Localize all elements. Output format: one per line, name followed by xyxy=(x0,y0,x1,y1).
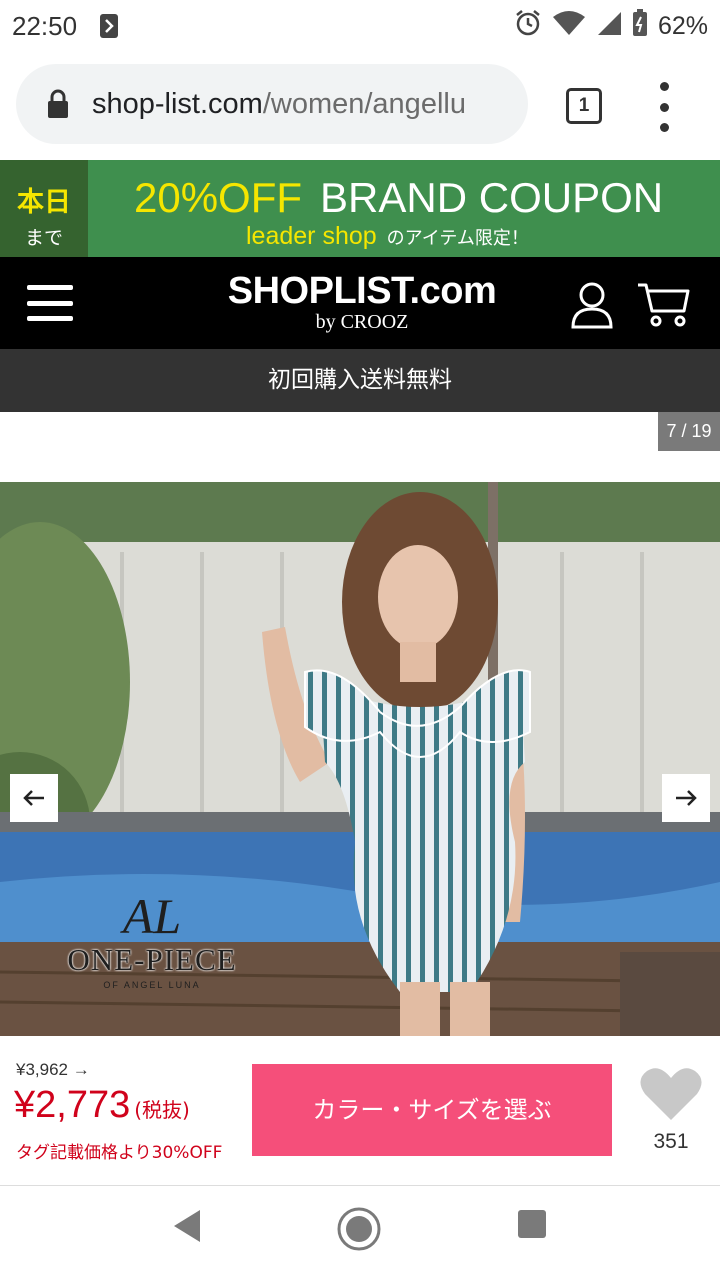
browser-toolbar: shop-list.com/women/angellu 1 xyxy=(0,52,720,160)
brand-subtitle: OF ANGEL LUNA xyxy=(103,980,201,990)
image-counter: 7 / 19 xyxy=(658,412,720,451)
today-badge: 本日 まで xyxy=(0,160,88,257)
select-color-size-button[interactable]: カラー・サイズを選ぶ xyxy=(252,1064,612,1156)
heart-icon xyxy=(640,1068,702,1120)
brand-overlay: AL ONE-PIECE OF ANGEL LUNA xyxy=(52,890,252,990)
free-shipping-bar: 初回購入送料無料 xyxy=(0,349,720,412)
logo-by: by CROOZ xyxy=(315,311,409,333)
url-text: shop-list.com/women/angellu xyxy=(92,88,466,121)
sale-price-block: ¥2,773 (税抜) xyxy=(14,1084,190,1127)
site-logo[interactable]: SHOPLIST.com by CROOZ xyxy=(226,271,498,333)
lock-icon xyxy=(48,89,68,118)
until-label: まで xyxy=(24,227,63,249)
tax-note: (税抜) xyxy=(134,1098,190,1122)
original-price: ¥3,962 → xyxy=(16,1060,90,1079)
sale-price: ¥2,773 xyxy=(14,1084,131,1126)
brand-name: ONE-PIECE xyxy=(67,942,237,977)
url-domain: shop-list.com xyxy=(92,87,263,120)
logo-main: SHOPLIST.com xyxy=(227,270,497,312)
address-bar[interactable]: shop-list.com/women/angellu xyxy=(16,64,528,144)
coupon-banner[interactable]: 本日 まで 20%OFF BRAND COUPON leader shop のアイテ… xyxy=(0,160,720,257)
arrow-left-icon xyxy=(23,790,44,806)
discount-note: タグ記載価格より30%OFF xyxy=(16,1143,223,1163)
arrow-right-icon xyxy=(676,790,697,806)
url-path: /women/angellu xyxy=(262,87,466,120)
status-time: 22:50 xyxy=(12,10,78,41)
favorite-count: 351 xyxy=(653,1130,689,1153)
favorite-button[interactable]: 351 xyxy=(636,1066,706,1154)
system-nav-bar xyxy=(0,1186,720,1280)
menu-icon[interactable] xyxy=(27,285,73,321)
notification-icon xyxy=(99,13,119,39)
status-bar: 22:50 62% xyxy=(0,0,720,52)
cart-icon[interactable] xyxy=(636,281,690,329)
recents-icon[interactable] xyxy=(516,1208,548,1240)
coupon-note: のアイテム限定！ xyxy=(386,228,529,249)
home-icon[interactable] xyxy=(336,1206,382,1252)
battery-icon xyxy=(632,9,648,43)
coupon-subtitle: leader shop のアイテム限定！ xyxy=(246,222,529,251)
alarm-icon xyxy=(514,9,542,43)
back-icon[interactable] xyxy=(170,1208,204,1244)
today-label: 本日 xyxy=(17,187,71,218)
tab-count: 1 xyxy=(578,95,590,116)
coupon-shop-name: leader shop xyxy=(246,222,377,250)
signal-icon xyxy=(596,10,622,42)
brand-monogram: AL xyxy=(122,888,182,944)
coupon-title: BRAND COUPON xyxy=(320,174,664,221)
purchase-bar: ¥3,962 → ¥2,773 (税抜) タグ記載価格より30%OFF カラー・サ… xyxy=(0,1036,720,1186)
prev-image-button[interactable] xyxy=(10,774,58,822)
wifi-icon xyxy=(552,10,586,42)
next-image-button[interactable] xyxy=(662,774,710,822)
tab-switcher-button[interactable]: 1 xyxy=(566,88,602,124)
browser-menu-button[interactable] xyxy=(650,82,678,132)
coupon-headline: 20%OFF BRAND COUPON xyxy=(134,174,663,222)
site-header: SHOPLIST.com by CROOZ xyxy=(0,257,720,349)
user-icon[interactable] xyxy=(570,281,614,329)
battery-level: 62% xyxy=(657,11,708,40)
coupon-discount: 20%OFF xyxy=(134,174,303,221)
